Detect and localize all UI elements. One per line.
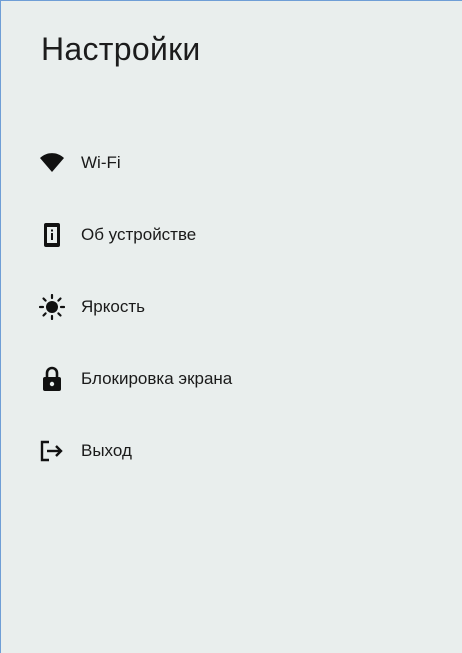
menu-item-label: Яркость <box>81 296 145 316</box>
wifi-icon <box>39 150 65 176</box>
brightness-icon <box>39 293 65 320</box>
settings-screen: Настройки Wi-Fi Об устройстве Яркость Бл… <box>0 0 462 653</box>
settings-menu: Wi-Fi Об устройстве Яркость Блокировка э… <box>39 141 419 501</box>
device-info-icon <box>39 222 65 248</box>
menu-item-screen-lock[interactable]: Блокировка экрана <box>39 357 419 400</box>
logout-icon <box>39 438 65 464</box>
menu-item-label: Блокировка экрана <box>81 368 233 388</box>
menu-item-wifi[interactable]: Wi-Fi <box>39 141 419 184</box>
menu-item-label: Об устройстве <box>81 224 197 244</box>
menu-item-label: Wi-Fi <box>81 152 121 172</box>
lock-icon <box>39 366 65 392</box>
menu-item-brightness[interactable]: Яркость <box>39 285 419 328</box>
menu-item-about-device[interactable]: Об устройстве <box>39 213 419 256</box>
menu-item-logout[interactable]: Выход <box>39 429 419 472</box>
page-title: Настройки <box>41 31 201 67</box>
menu-item-label: Выход <box>81 440 132 460</box>
